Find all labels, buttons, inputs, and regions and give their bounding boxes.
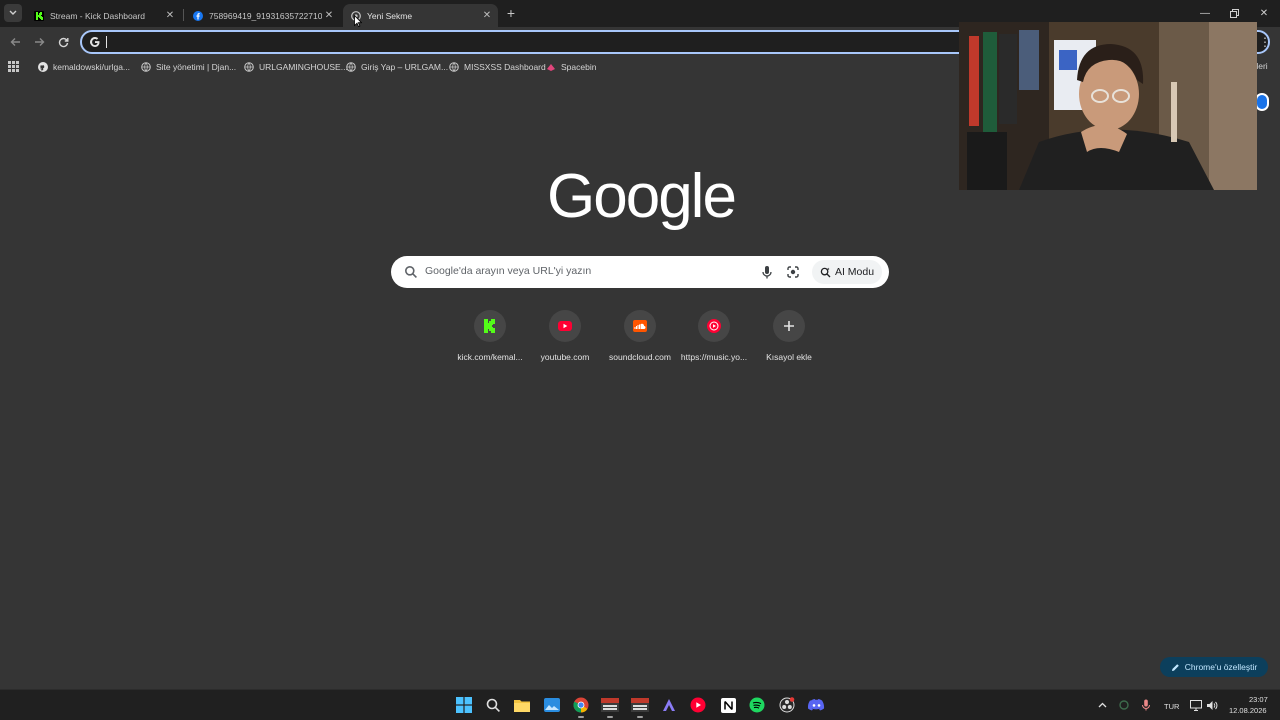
photos-icon[interactable] [542, 695, 562, 715]
forward-button[interactable] [31, 34, 47, 50]
shortcut-label: https://music.yo... [680, 352, 748, 362]
kick-icon [474, 310, 506, 342]
youtube-music-icon[interactable] [688, 695, 708, 715]
file-explorer-icon[interactable] [512, 695, 532, 715]
ai-mode-button[interactable]: AI Modu [812, 260, 882, 284]
facebook-icon [193, 10, 203, 21]
search-icon [405, 266, 417, 278]
tray-app-icon[interactable] [1116, 695, 1132, 715]
shortcut-tile[interactable]: soundcloud.com [600, 310, 680, 370]
bookmark-label: Site yönetimi | Djan... [156, 62, 237, 72]
forward-arrow-icon [34, 38, 44, 46]
google-g-icon [90, 37, 100, 47]
customize-label: Chrome'u özelleştir [1184, 662, 1258, 672]
reload-icon [58, 37, 68, 47]
bookmark-item[interactable]: MISSXSS Dashboard [449, 59, 546, 75]
close-window-icon[interactable]: ✕ [1256, 5, 1272, 21]
obs-icon[interactable] [777, 695, 797, 715]
mouse-cursor-icon [354, 15, 362, 27]
windows-start-icon[interactable] [454, 695, 474, 715]
webcam-overlay [959, 22, 1257, 190]
google-logo: Google [547, 162, 737, 231]
ai-mode-label: AI Modu [834, 266, 875, 278]
speaker-icon[interactable] [1204, 695, 1220, 715]
bookmark-item[interactable]: kemaldowski/urlga... [38, 59, 130, 75]
spacebin-icon [546, 62, 556, 72]
bookmark-item[interactable]: Giriş Yap – URLGAM... [346, 59, 448, 75]
add-shortcut-tile[interactable]: Kısayol ekle [749, 310, 829, 370]
menu-kebab-icon[interactable]: ⋮ [1259, 35, 1271, 49]
reload-button[interactable] [55, 34, 71, 50]
text-caret [106, 36, 107, 48]
chevron-up-icon[interactable] [1094, 695, 1110, 715]
shortcut-label: soundcloud.com [609, 352, 671, 362]
apps-grid-icon[interactable] [8, 61, 19, 72]
microphone-icon[interactable] [759, 264, 775, 280]
bookmark-item[interactable]: Spacebin [546, 59, 596, 75]
bookmark-label: Giriş Yap – URLGAM... [361, 62, 449, 72]
spotify-icon[interactable] [747, 695, 767, 715]
kick-icon [34, 10, 44, 21]
bookmark-item[interactable]: URLGAMINGHOUSE... [244, 59, 348, 75]
back-arrow-icon [10, 38, 20, 46]
tab-kick-dashboard[interactable]: Stream - Kick Dashboard ✕ [26, 4, 181, 27]
back-button[interactable] [7, 34, 23, 50]
shortcut-tile[interactable]: https://music.yo... [674, 310, 754, 370]
globe-icon [449, 62, 459, 72]
shortcut-tile[interactable]: kick.com/kemal... [450, 310, 530, 370]
arc-icon[interactable] [659, 695, 679, 715]
github-icon [38, 62, 48, 72]
clock-date[interactable]: 12.08.2026 [1229, 706, 1267, 715]
tab-title: Stream - Kick Dashboard [50, 10, 145, 21]
close-icon[interactable]: ✕ [480, 9, 494, 23]
webcam-feed-image [959, 22, 1257, 190]
globe-icon [244, 62, 254, 72]
language-indicator[interactable]: TUR [1164, 702, 1179, 711]
close-icon[interactable]: ✕ [322, 9, 336, 23]
soundcloud-icon [624, 310, 656, 342]
shortcut-label: youtube.com [540, 352, 590, 362]
notion-icon[interactable] [718, 695, 738, 715]
tab-title: 758969419_919316357227108_ [209, 10, 322, 21]
youtube-music-icon [698, 310, 730, 342]
chevron-down-icon [9, 10, 17, 15]
tab-facebook-image[interactable]: 758969419_919316357227108_ ✕ [185, 4, 340, 27]
globe-icon [346, 62, 356, 72]
shortcut-tile[interactable]: youtube.com [525, 310, 605, 370]
bookmark-item[interactable]: Site yönetimi | Djan... [141, 59, 236, 75]
search-box[interactable]: Google'da arayın veya URL'yi yazın AI Mo… [391, 256, 889, 288]
microphone-icon[interactable] [1138, 695, 1154, 715]
shortcut-label: kick.com/kemal... [457, 352, 523, 362]
close-icon[interactable]: ✕ [163, 9, 177, 23]
globe-icon [141, 62, 151, 72]
voicemeeter-icon[interactable] [630, 695, 650, 718]
display-icon[interactable] [1188, 695, 1204, 715]
restore-icon[interactable] [1226, 5, 1242, 21]
tab-divider [183, 9, 184, 21]
bookmark-label: Spacebin [561, 62, 597, 72]
tab-new-tab[interactable]: Yeni Sekme ✕ [343, 4, 498, 27]
bookmark-label: kemaldowski/urlga... [53, 62, 131, 72]
profile-avatar[interactable] [1255, 93, 1269, 111]
chrome-icon[interactable] [571, 695, 591, 718]
ai-search-icon [820, 267, 831, 278]
plus-icon [773, 310, 805, 342]
customize-chrome-button[interactable]: Chrome'u özelleştir [1160, 657, 1268, 677]
bookmark-label: MISSXSS Dashboard [464, 62, 546, 72]
shortcut-label: Kısayol ekle [766, 352, 812, 362]
tab-title: Yeni Sekme [367, 10, 413, 21]
taskbar: TUR 23:07 12.08.2026 [0, 689, 1280, 720]
clock-time[interactable]: 23:07 [1249, 695, 1268, 704]
pencil-icon [1171, 663, 1180, 672]
bookmark-label: URLGAMINGHOUSE... [259, 62, 348, 72]
search-icon[interactable] [483, 695, 503, 715]
new-tab-button[interactable]: + [503, 5, 519, 21]
search-placeholder: Google'da arayın veya URL'yi yazın [425, 265, 592, 277]
google-lens-icon[interactable] [785, 264, 801, 280]
discord-icon[interactable] [806, 695, 826, 715]
voicemeeter-icon[interactable] [600, 695, 620, 718]
minimize-icon[interactable]: — [1197, 5, 1213, 21]
youtube-icon [549, 310, 581, 342]
tab-search-button[interactable] [4, 4, 22, 22]
